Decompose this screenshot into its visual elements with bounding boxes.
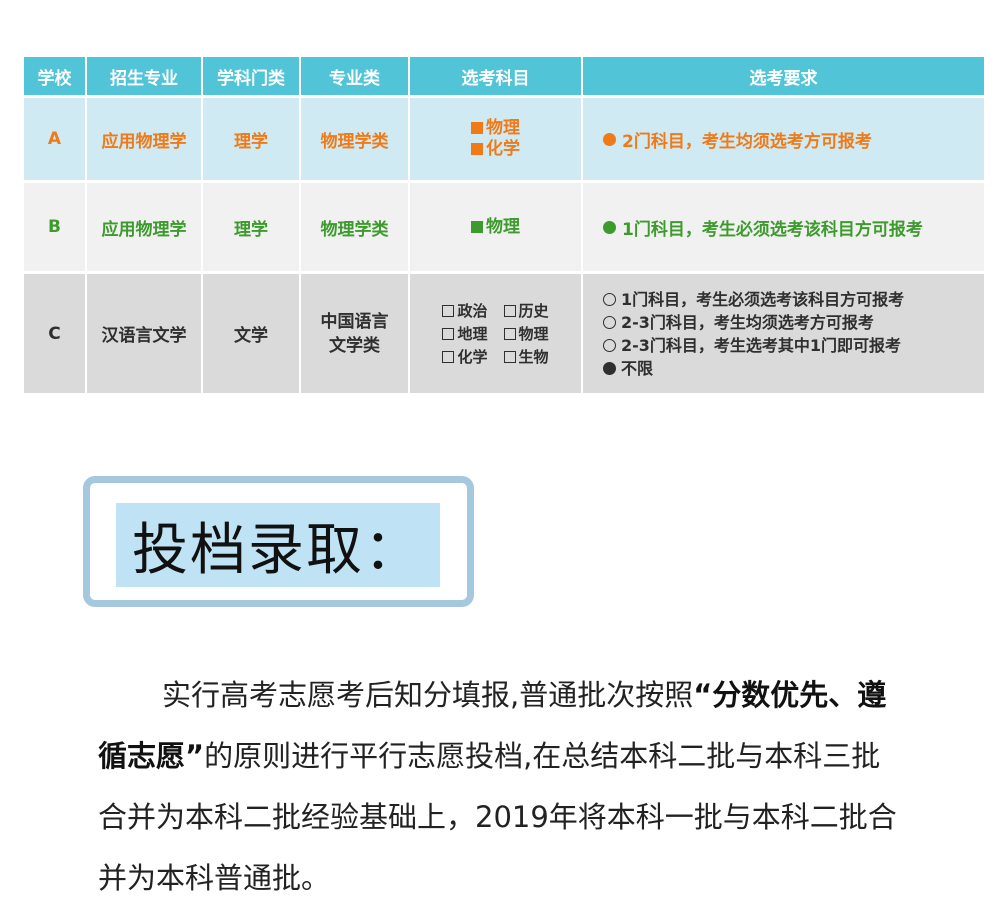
row-c-subjects: 政治 历史 地理 物理 化学 生物: [410, 274, 581, 393]
paragraph-part2: 的原则进行平行志愿投档,在总结本科二批与本科三批合并为本科二批经验基础上，201…: [98, 739, 897, 895]
row-a-subject-item: 化学: [471, 139, 520, 160]
row-a-field: 物理学类: [301, 98, 408, 180]
row-b-subject-item: 物理: [471, 217, 520, 238]
row-b-major: 应用物理学: [87, 183, 201, 271]
square-icon: [471, 143, 483, 155]
admission-paragraph: 实行高考志愿考后知分填报,普通批次按照“分数优先、遵循志愿”的原则进行平行志愿投…: [98, 665, 898, 909]
square-icon: [471, 122, 483, 134]
header-major: 招生专业: [87, 57, 201, 95]
row-a-school: A: [24, 98, 85, 180]
header-requirement: 选考要求: [583, 57, 984, 95]
row-b-field: 物理学类: [301, 183, 408, 271]
row-c-subject-item: 物理: [503, 323, 549, 344]
section-title: 投档录取：: [132, 517, 422, 583]
square-icon: [471, 220, 483, 233]
row-c-school: C: [24, 274, 85, 393]
radio-filled-icon: [603, 361, 616, 375]
row-c-subject-item: 生物: [503, 346, 549, 367]
row-c-field-line2: 文学类: [329, 335, 380, 356]
row-c-category: 文学: [203, 274, 299, 393]
subject-requirements-table: 学校 招生专业 学科门类 专业类 选考科目 选考要求 A 应用物理学 理学 物理…: [24, 57, 984, 393]
checkbox-icon: [442, 305, 455, 317]
row-a-requirement: 2门科目，考生均须选考方可报考: [583, 98, 984, 180]
row-b-requirement: 1门科目，考生必须选考该科目方可报考: [583, 183, 984, 271]
bullet-dot-icon: [603, 132, 616, 146]
row-b-category: 理学: [203, 183, 299, 271]
row-c-requirement-item: 不限: [603, 357, 653, 380]
row-a-category: 理学: [203, 98, 299, 180]
row-c-requirement-item: 2-3门科目，考生均须选考方可报考: [603, 311, 874, 334]
row-c-major: 汉语言文学: [87, 274, 201, 393]
row-c-field-line1: 中国语言: [320, 311, 389, 332]
bullet-dot-icon: [603, 220, 616, 234]
checkbox-icon: [503, 328, 516, 340]
row-c-subject-item: 地理: [442, 323, 488, 344]
header-subjects: 选考科目: [410, 57, 581, 95]
header-field: 专业类: [301, 57, 408, 95]
checkbox-icon: [442, 328, 455, 340]
row-a-subject-item: 物理: [471, 118, 520, 139]
radio-ring-icon: [603, 315, 616, 329]
paragraph-part1: 实行高考志愿考后知分填报,普通批次按照: [162, 678, 694, 712]
row-c-requirement-item: 1门科目，考生必须选考该科目方可报考: [603, 288, 904, 311]
checkbox-icon: [503, 351, 516, 363]
row-c-subject-item: 历史: [503, 300, 549, 321]
row-b-school: B: [24, 183, 85, 271]
row-a-subjects: 物理 化学: [410, 98, 581, 180]
row-c-requirement: 1门科目，考生必须选考该科目方可报考 2-3门科目，考生均须选考方可报考 2-3…: [583, 274, 984, 393]
header-school: 学校: [24, 57, 85, 95]
checkbox-icon: [503, 305, 516, 317]
header-category: 学科门类: [203, 57, 299, 95]
row-c-field: 中国语言 文学类: [301, 274, 408, 393]
row-c-subject-item: 化学: [442, 346, 488, 367]
row-c-requirement-item: 2-3门科目，考生选考其中1门即可报考: [603, 334, 901, 357]
radio-ring-icon: [603, 292, 616, 306]
row-b-subjects: 物理: [410, 183, 581, 271]
row-c-subject-item: 政治: [442, 300, 488, 321]
checkbox-icon: [442, 351, 455, 363]
row-a-major: 应用物理学: [87, 98, 201, 180]
radio-ring-icon: [603, 338, 616, 352]
